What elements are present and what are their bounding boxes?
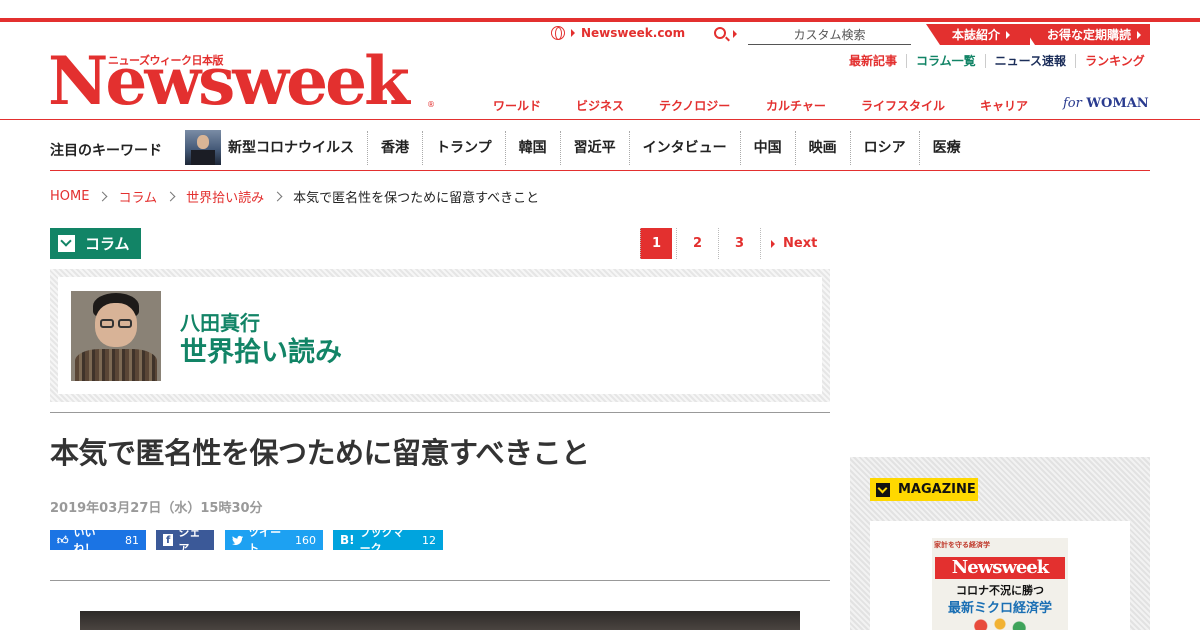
hatena-bookmark-icon: B! [340,533,355,547]
article-date: 2019年03月27日（水）15時30分 [50,501,263,516]
newsweek-com-link[interactable]: Newsweek.com [551,26,685,40]
subscription-tab[interactable]: お得な定期購読 [1021,24,1150,45]
keyword-thumbnail-image[interactable] [185,130,221,165]
keyword-item[interactable]: トランプ [422,131,505,165]
site-link-label: Newsweek.com [581,26,686,40]
magazine-cover[interactable]: 家計を守る経済学 Newsweek コロナ不況に勝つ 最新ミクロ経済学 [932,538,1068,630]
subnav-ranking[interactable]: ランキング [1075,54,1145,68]
share-label: シェア [178,526,201,555]
keyword-item[interactable]: 映画 [794,131,850,165]
cover-headline: コロナ不況に勝つ [956,584,1044,597]
top-accent-bar [0,18,1200,22]
chevron-right-icon [98,191,108,202]
keywords-divider [50,170,1150,171]
thumbs-up-icon: 👍︎ [57,533,69,547]
breadcrumb: HOME コラム 世界拾い読み 本気で匿名性を保つために留意すべきこと [50,187,539,206]
cover-logo: Newsweek [935,557,1065,579]
for-woman-link[interactable]: for WOMAN [1063,96,1149,111]
nav-career[interactable]: キャリア [980,97,1028,114]
cover-illustration [952,616,1048,630]
divider [50,580,830,581]
caret-right-icon [771,239,775,248]
magazine-label: MAGAZINE [898,482,976,497]
keyword-item[interactable]: 新型コロナウイルス [228,131,367,165]
tweet-button[interactable]: ツイート 160 [225,526,323,555]
page-1-button[interactable]: 1 [640,228,672,259]
nav-lifestyle[interactable]: ライフスタイル [861,97,945,114]
check-icon [876,482,890,497]
like-label: いいね！ [73,526,96,555]
nav-technology[interactable]: テクノロジー [659,97,730,114]
bookmark-count: 12 [422,533,436,547]
bookmark-label: ブックマーク [359,526,404,555]
keyword-item[interactable]: インタビュー [628,131,740,165]
like-count: 81 [125,533,139,547]
search-caret-icon [733,30,737,38]
caret-right-icon [1006,30,1011,39]
nav-business[interactable]: ビジネス [576,97,624,114]
keywords-title: 注目のキーワード [50,143,162,159]
column-tag-label: コラム [85,235,130,253]
facebook-share-button[interactable]: f シェア [156,526,214,555]
tweet-count: 160 [295,533,316,547]
about-magazine-label: 本誌紹介 [952,28,1001,42]
cover-top-line: 家計を守る経済学 [934,541,990,549]
for-woman-for: for [1063,96,1082,111]
chevron-right-icon [272,191,283,202]
about-magazine-tab[interactable]: 本誌紹介 [926,24,1030,45]
nav-culture[interactable]: カルチャー [766,97,826,114]
keyword-list: 新型コロナウイルス 香港 トランプ 韓国 習近平 インタビュー 中国 映画 ロシ… [228,131,974,165]
column-name[interactable]: 世界拾い読み [180,330,342,369]
caret-right-icon [1137,30,1142,39]
page-2-button[interactable]: 2 [676,228,718,259]
author-avatar[interactable] [71,291,161,381]
search-icon[interactable] [714,27,726,39]
page-3-button[interactable]: 3 [718,228,760,259]
keyword-item[interactable]: 医療 [918,131,974,165]
nav-world[interactable]: ワールド [493,97,541,114]
subscription-label: お得な定期購読 [1047,28,1132,42]
check-icon [58,235,75,252]
tweet-label: ツイート [248,526,282,555]
keyword-item[interactable]: 習近平 [559,131,629,165]
globe-icon [551,26,565,40]
search-input[interactable] [748,25,911,45]
subnav-latest[interactable]: 最新記事 [840,54,906,68]
keyword-item[interactable]: 中国 [739,131,795,165]
header-divider [0,119,1200,120]
facebook-icon: f [163,534,174,546]
cover-headline-main: 最新ミクロ経済学 [947,601,1052,616]
breadcrumb-home[interactable]: HOME [50,189,89,204]
hatena-bookmark-button[interactable]: B! ブックマーク 12 [333,526,443,555]
subnav-breaking-news[interactable]: ニュース速報 [984,54,1075,68]
pagination: 1 2 3 Next [638,228,827,259]
sub-nav: 最新記事 コラム一覧 ニュース速報 ランキング [840,54,1145,68]
divider [50,412,830,413]
newsweek-logo[interactable]: Newsweek [48,48,410,114]
registered-mark: ® [427,100,435,109]
subnav-columns[interactable]: コラム一覧 [906,54,985,68]
magazine-tag[interactable]: MAGAZINE [870,478,978,501]
for-woman-woman: WOMAN [1086,96,1149,111]
facebook-like-button[interactable]: 👍︎ いいね！ 81 [50,526,146,555]
twitter-bird-icon [232,535,244,545]
keyword-item[interactable]: 韓国 [504,131,560,165]
breadcrumb-current: 本気で匿名性を保つために留意すべきこと [293,191,540,206]
next-page-button[interactable]: Next [760,228,827,259]
keyword-item[interactable]: 香港 [367,131,422,165]
keyword-item[interactable]: ロシア [849,131,919,165]
article-title: 本気で匿名性を保つために留意すべきこと [50,436,590,470]
next-label: Next [783,236,818,251]
caret-right-icon [571,29,575,37]
chevron-right-icon [165,191,176,202]
author-box [58,277,822,394]
column-tag[interactable]: コラム [50,228,141,259]
breadcrumb-series[interactable]: 世界拾い読み [186,187,264,206]
breadcrumb-column[interactable]: コラム [118,187,157,206]
article-hero-image [80,611,800,630]
